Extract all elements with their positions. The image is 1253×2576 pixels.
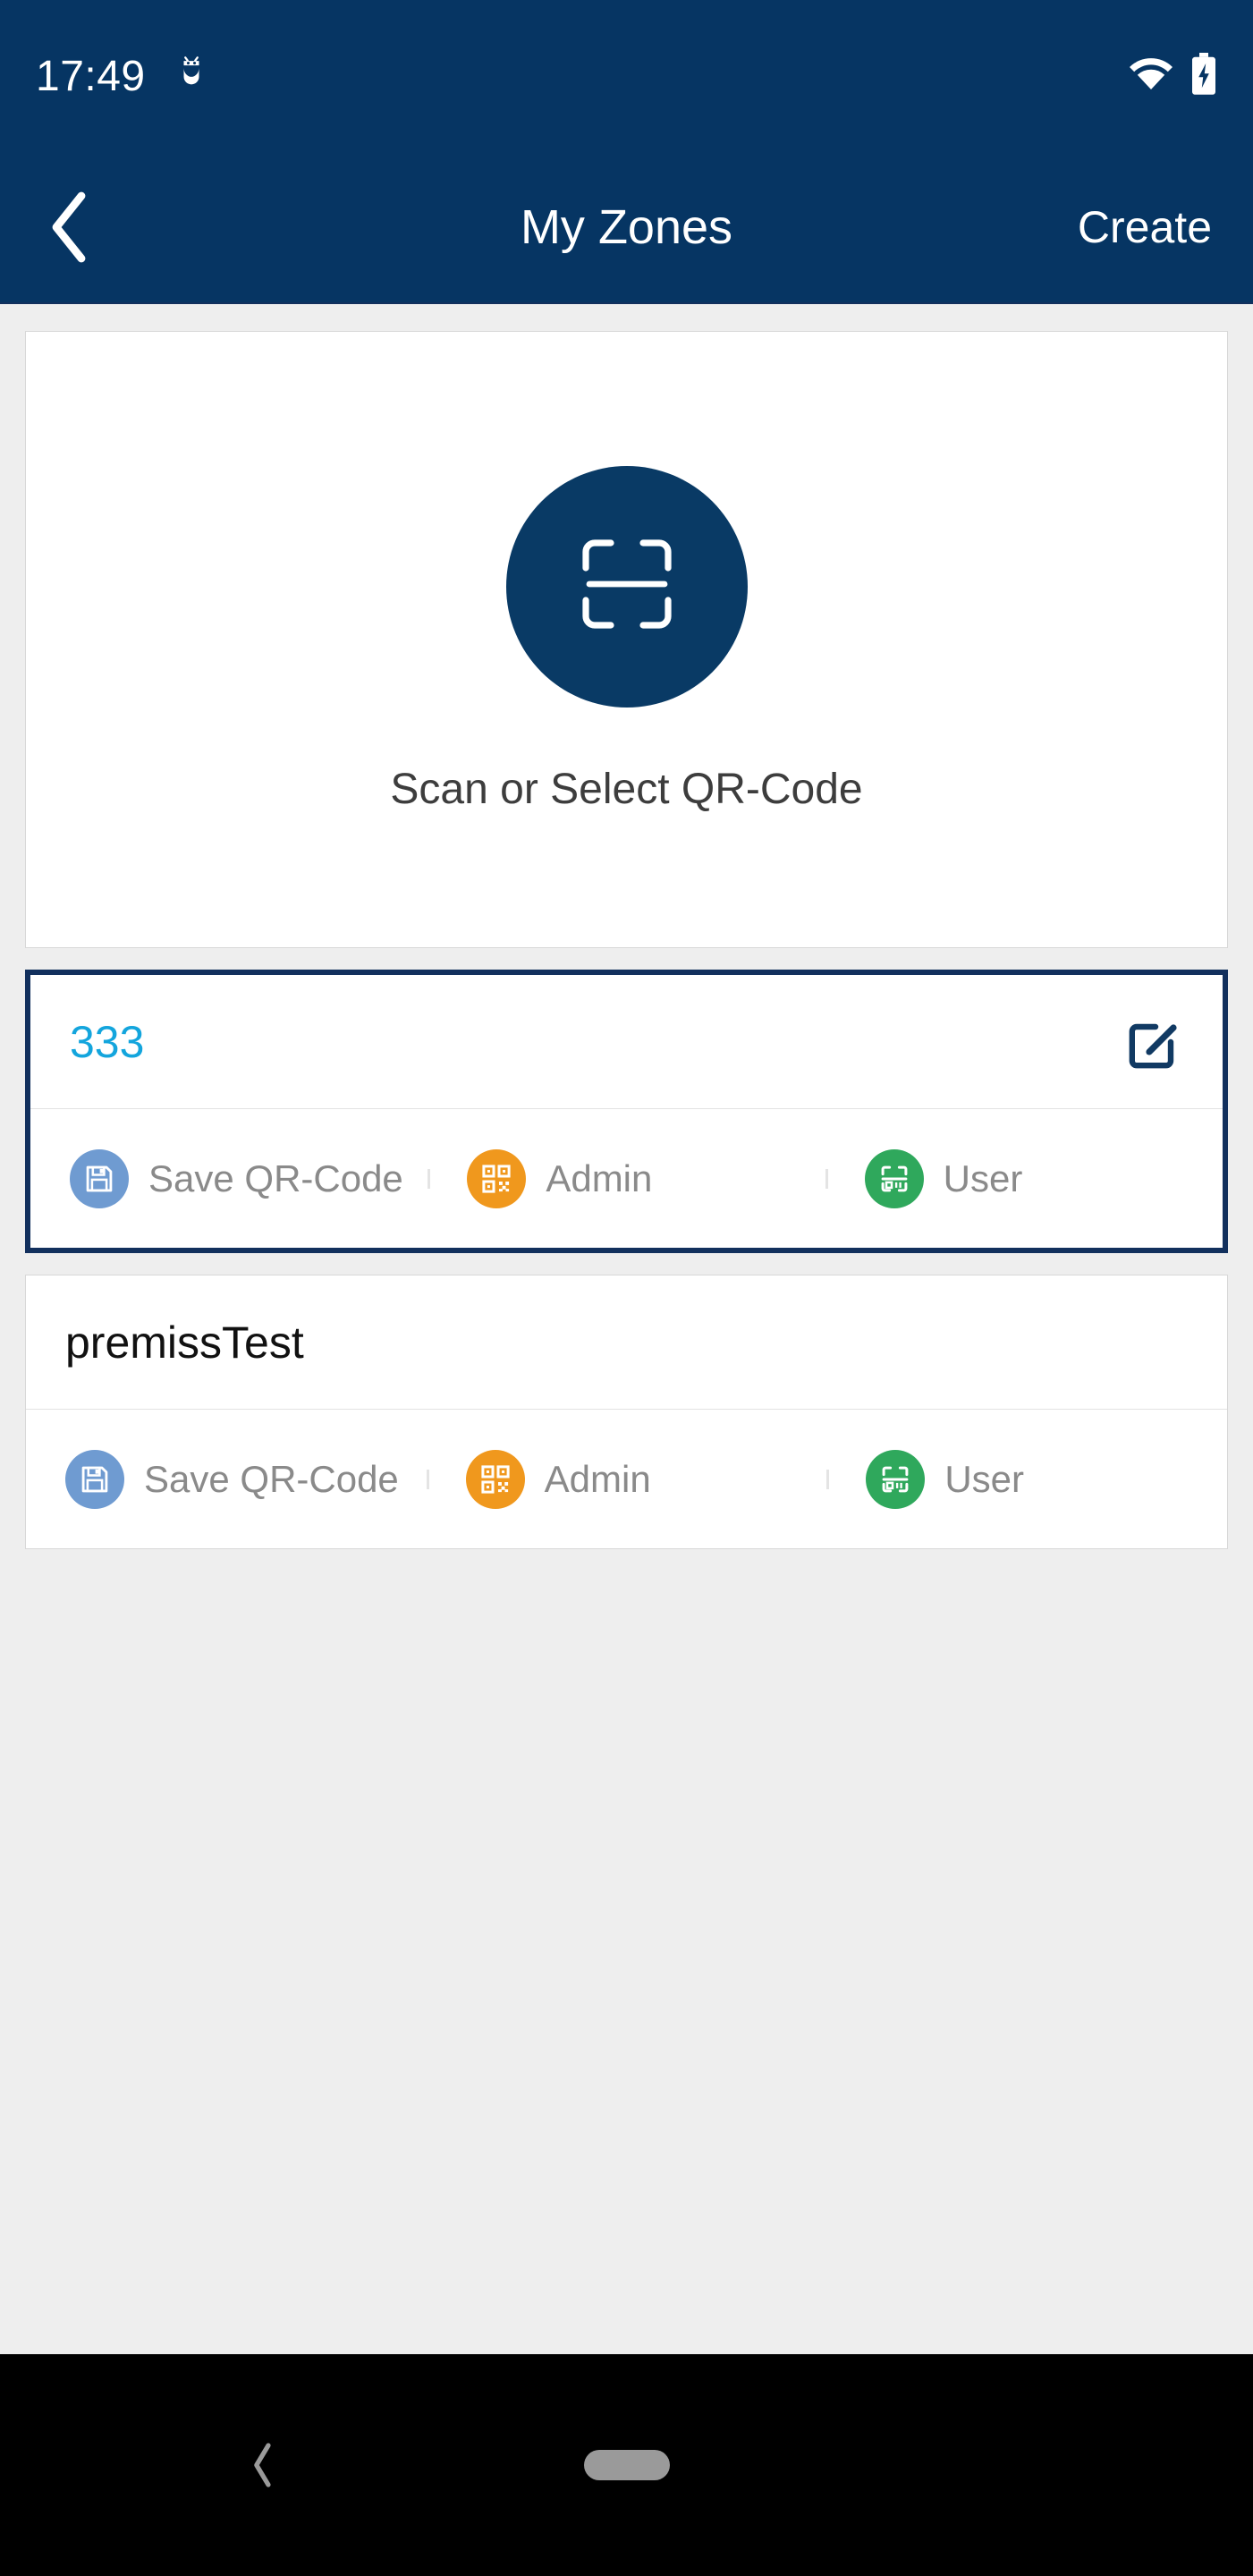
user-qr-action[interactable]: User	[826, 1449, 1227, 1509]
save-qr-code-action[interactable]: Save QR-Code	[26, 1449, 427, 1509]
qr-scan-icon	[866, 1449, 926, 1509]
back-button[interactable]	[41, 191, 95, 263]
zone-card[interactable]: premissTest Save QR-Code Admin User	[25, 1275, 1228, 1549]
chevron-left-icon	[52, 191, 86, 263]
zone-name: 333	[70, 1016, 145, 1067]
save-qr-code-action[interactable]: Save QR-Code	[30, 1148, 428, 1208]
edit-zone-button[interactable]	[1121, 1011, 1183, 1073]
action-label: User	[944, 1457, 1025, 1500]
create-button[interactable]: Create	[1078, 201, 1212, 253]
phone-screen: 17:49 My Zones Create Scan or Select QR-…	[0, 0, 1253, 2576]
wifi-icon	[1128, 55, 1174, 97]
admin-qr-action[interactable]: Admin	[426, 1449, 827, 1509]
floppy-save-icon	[70, 1148, 129, 1208]
android-debug-icon	[176, 55, 207, 98]
action-label: Admin	[546, 1157, 653, 1199]
system-nav-bar	[0, 2354, 1253, 2576]
battery-charging-icon	[1190, 52, 1217, 100]
scan-card-label: Scan or Select QR-Code	[390, 765, 863, 813]
qr-scan-icon	[864, 1148, 924, 1208]
floppy-save-icon	[65, 1449, 124, 1509]
status-bar: 17:49	[0, 0, 1253, 152]
app-bar: My Zones Create	[0, 152, 1253, 304]
zone-card[interactable]: 333 Save QR-Code Admin User	[25, 970, 1228, 1253]
nav-home-pill[interactable]	[583, 2450, 670, 2480]
scan-qr-card[interactable]: Scan or Select QR-Code	[25, 331, 1228, 948]
scan-circle[interactable]	[505, 465, 748, 708]
action-label: Save QR-Code	[144, 1457, 399, 1500]
zone-card-actions: Save QR-Code Admin User	[30, 1109, 1223, 1248]
edit-square-pencil-icon	[1129, 1023, 1177, 1068]
action-label: User	[943, 1157, 1023, 1199]
action-label: Save QR-Code	[148, 1157, 403, 1199]
zone-card-header: premissTest	[26, 1275, 1227, 1410]
zone-card-actions: Save QR-Code Admin User	[26, 1410, 1227, 1548]
qr-scan-frame-icon	[579, 536, 675, 637]
qr-code-icon	[467, 1148, 527, 1208]
nav-back-icon[interactable]	[250, 2442, 275, 2488]
zone-card-header: 333	[30, 975, 1223, 1109]
qr-code-icon	[465, 1449, 525, 1509]
status-bar-left: 17:49	[36, 52, 207, 101]
user-qr-action[interactable]: User	[825, 1148, 1223, 1208]
admin-qr-action[interactable]: Admin	[428, 1148, 825, 1208]
action-label: Admin	[544, 1457, 651, 1500]
main-content: Scan or Select QR-Code 333 Save QR-Code …	[0, 306, 1253, 2354]
page-title: My Zones	[520, 200, 733, 254]
status-bar-right	[1128, 52, 1217, 100]
status-clock: 17:49	[36, 52, 146, 100]
zone-name: premissTest	[65, 1317, 304, 1368]
